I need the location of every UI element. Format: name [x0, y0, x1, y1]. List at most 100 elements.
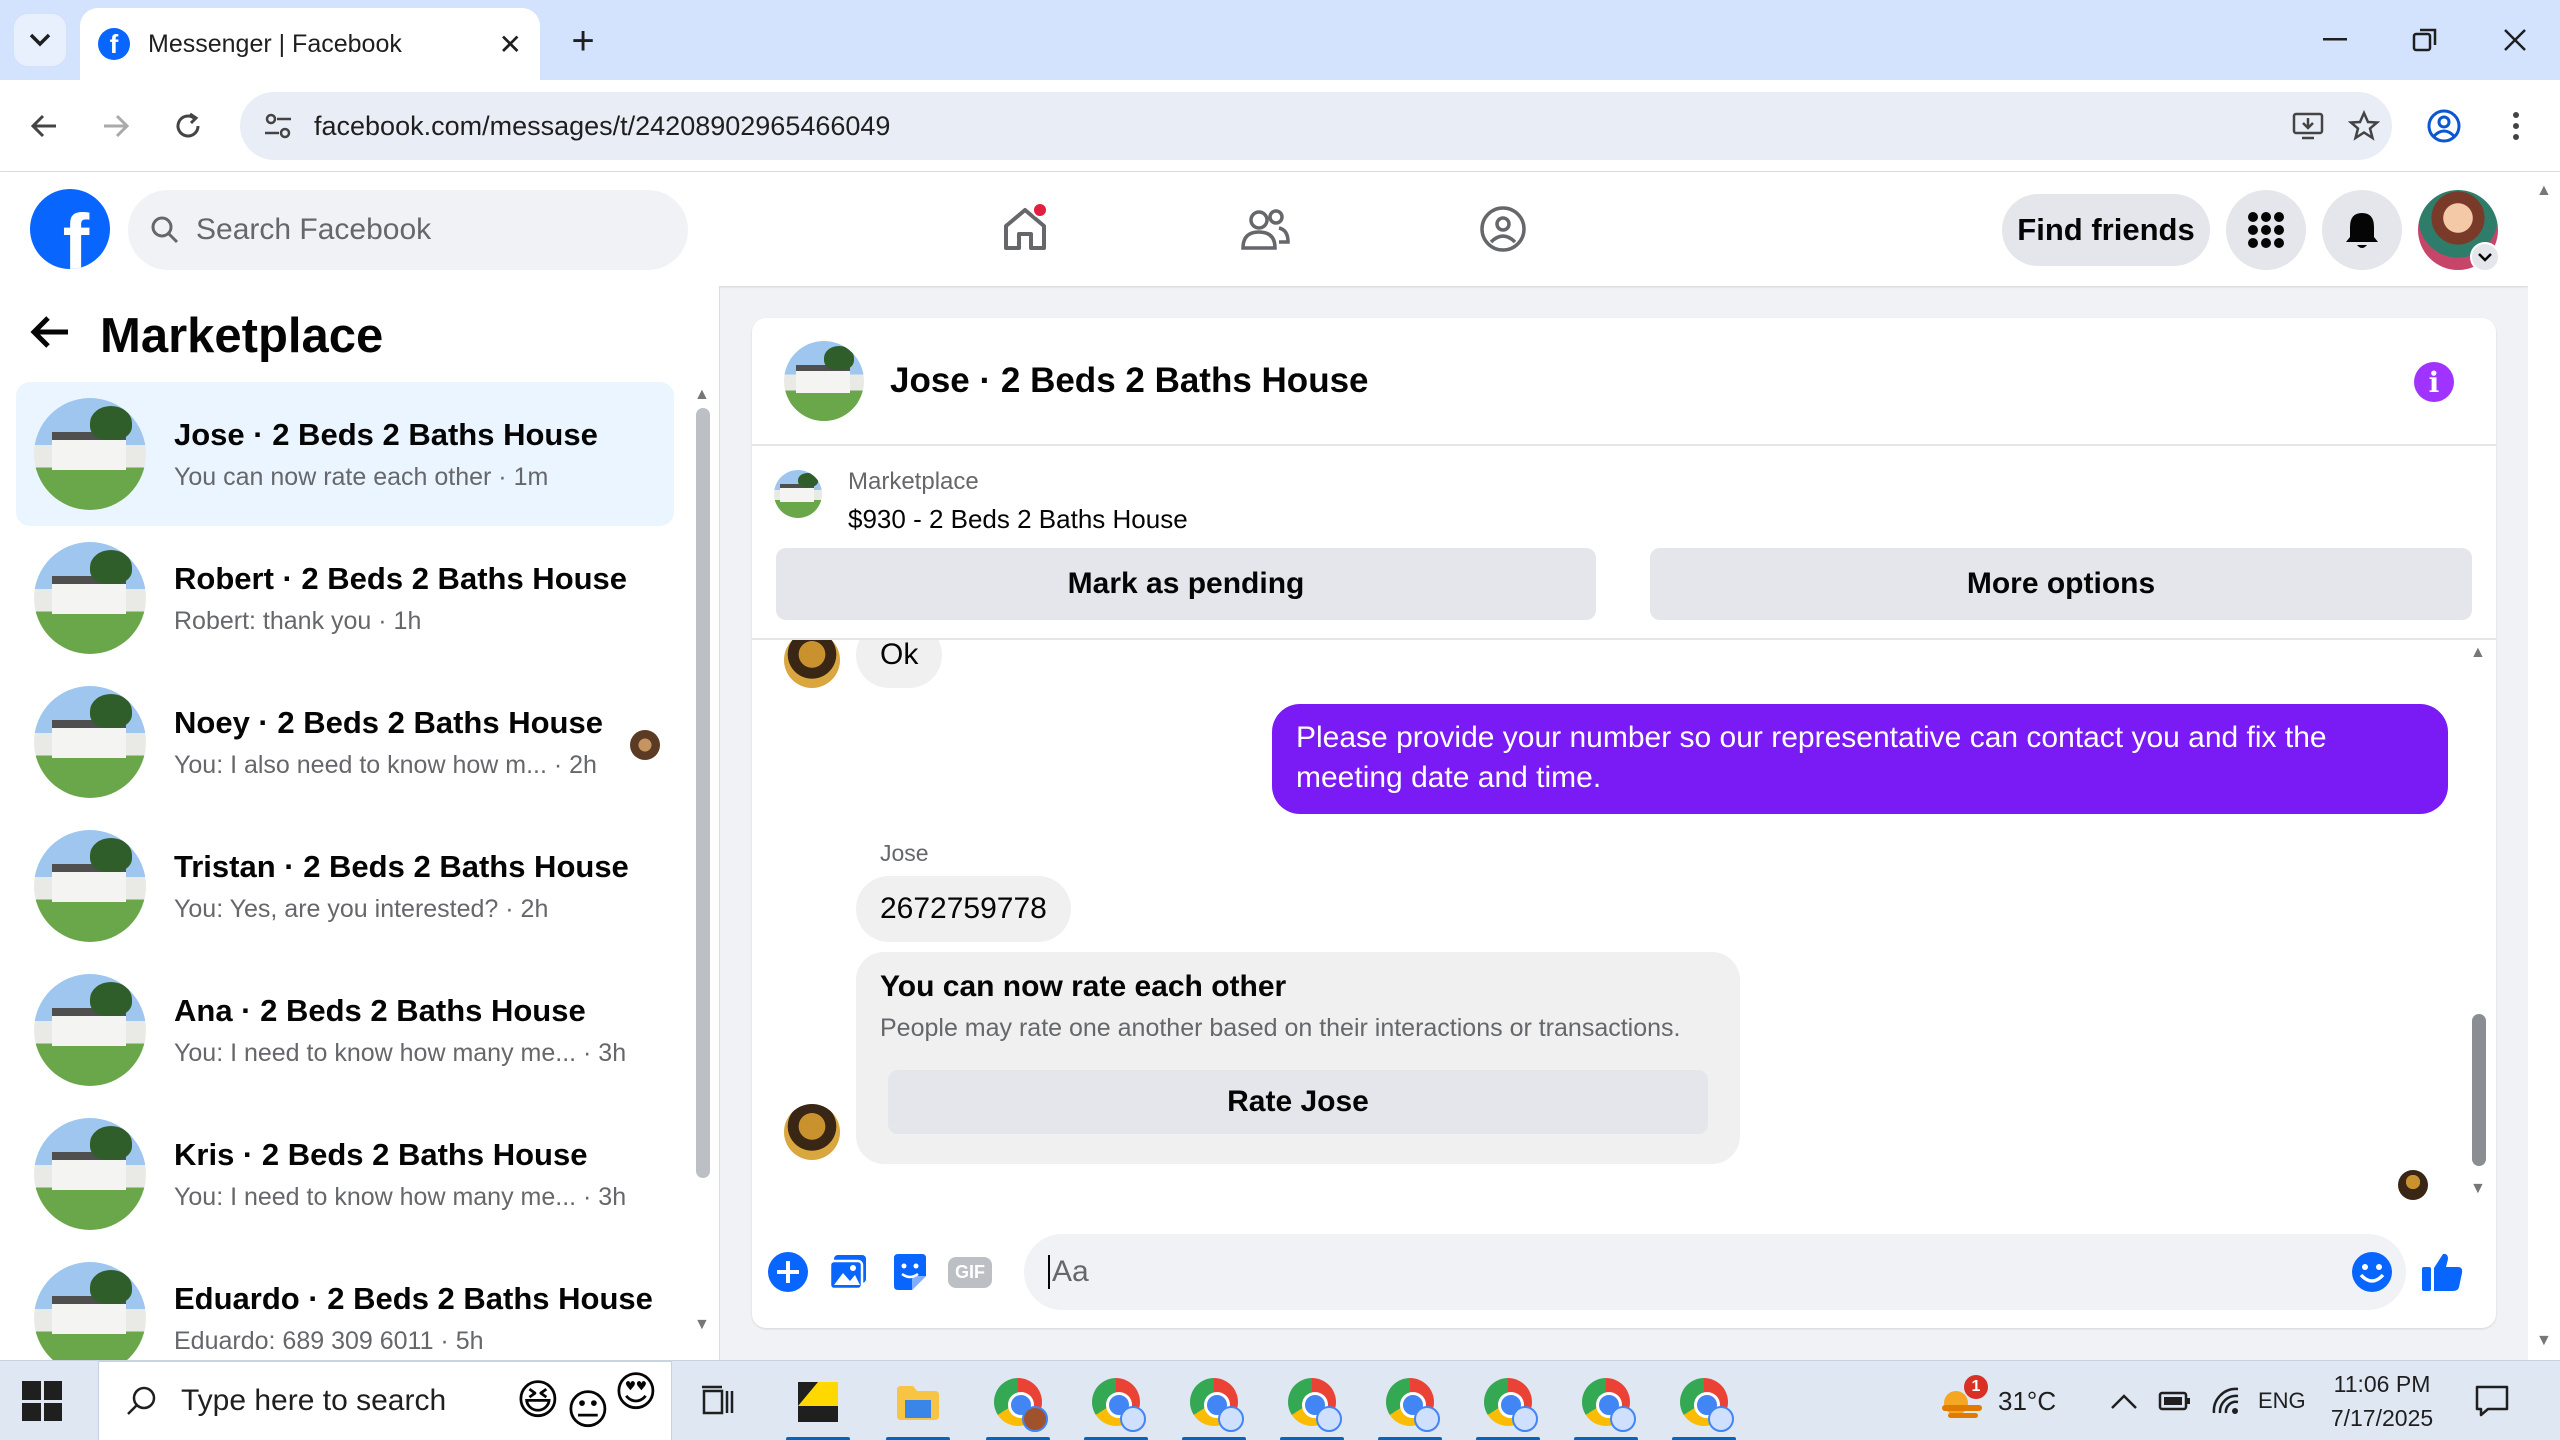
- menu-grid-button[interactable]: [2226, 190, 2306, 270]
- conversation-item-eduardo[interactable]: Eduardo · 2 Beds 2 Baths House Eduardo: 6…: [16, 1246, 674, 1360]
- emoji-neutral-icon: 😐: [566, 1386, 610, 1433]
- conversation-snippet: Robert: thank you · 1h: [174, 606, 422, 635]
- weather-widget[interactable]: 1 31°C: [1938, 1361, 2056, 1440]
- back-button[interactable]: [20, 102, 68, 150]
- chrome-window-6[interactable]: [1472, 1369, 1544, 1440]
- minimize-icon: [2323, 38, 2347, 41]
- minimize-button[interactable]: [2290, 0, 2380, 80]
- action-center-button[interactable]: [2474, 1361, 2510, 1440]
- conversation-snippet: You: I need to know how many me... · 3h: [174, 1182, 627, 1211]
- like-button[interactable]: [2420, 1250, 2464, 1294]
- tab-search-button[interactable]: [14, 14, 66, 66]
- facebook-logo-icon[interactable]: f: [30, 189, 110, 269]
- page-scrollbar[interactable]: ▲ ▼: [2528, 172, 2560, 1360]
- url-text[interactable]: facebook.com/messages/t/2420890296546604…: [314, 111, 2280, 142]
- scroll-up-arrow-icon[interactable]: ▲: [2470, 644, 2486, 662]
- more-actions-button[interactable]: [766, 1250, 810, 1294]
- scroll-up-arrow-icon[interactable]: ▲: [694, 386, 710, 404]
- scroll-up-arrow-icon[interactable]: ▲: [2536, 182, 2552, 200]
- home-nav-button[interactable]: [980, 192, 1070, 266]
- input-language[interactable]: ENG: [2258, 1361, 2306, 1440]
- tab-close-icon[interactable]: ✕: [499, 28, 522, 61]
- listing-thumbnail: [34, 1262, 146, 1360]
- search-placeholder: Search Facebook: [196, 213, 432, 246]
- site-info-icon[interactable]: [258, 113, 298, 139]
- file-explorer-app[interactable]: [882, 1369, 954, 1440]
- sticker-icon: [894, 1254, 926, 1290]
- chat-panel: Jose · 2 Beds 2 Baths House i Marketplac…: [752, 318, 2496, 1328]
- notifications-button[interactable]: [2322, 190, 2402, 270]
- emoji-button[interactable]: [2350, 1250, 2394, 1294]
- new-tab-button[interactable]: +: [560, 18, 606, 64]
- chat-title[interactable]: Jose · 2 Beds 2 Baths House: [890, 361, 1369, 401]
- chrome-window-8[interactable]: [1668, 1369, 1740, 1440]
- find-friends-button[interactable]: Find friends: [2002, 194, 2210, 266]
- battery-icon: [2158, 1391, 2190, 1411]
- plus-circle-icon: [768, 1252, 808, 1292]
- facebook-favicon-icon: f: [98, 28, 130, 60]
- message-input[interactable]: Aa: [1024, 1234, 2406, 1310]
- account-circle-icon: [2427, 109, 2461, 143]
- facebook-search-input[interactable]: Search Facebook: [128, 190, 688, 270]
- sticky-notes-app[interactable]: [782, 1369, 854, 1440]
- listing-price-title[interactable]: $930 - 2 Beds 2 Baths House: [848, 504, 1188, 535]
- message-scrollbar[interactable]: ▲ ▼: [2470, 640, 2486, 1212]
- conversation-item-tristan[interactable]: Tristan · 2 Beds 2 Baths House You: Yes, …: [16, 814, 674, 958]
- back-arrow-icon[interactable]: [30, 311, 70, 361]
- system-clock[interactable]: 11:06 PM 7/17/2025: [2318, 1367, 2446, 1435]
- weather-icon: 1: [1938, 1375, 1988, 1421]
- sidebar-scrollbar[interactable]: ▲ ▼: [694, 386, 710, 1346]
- sidebar-header: Marketplace: [30, 308, 383, 364]
- show-hidden-icons-button[interactable]: [2110, 1361, 2138, 1440]
- restore-button[interactable]: [2380, 0, 2470, 80]
- conversation-item-noey[interactable]: Noey · 2 Beds 2 Baths House You: I also n…: [16, 670, 674, 814]
- info-icon[interactable]: i: [2414, 362, 2454, 402]
- more-options-button[interactable]: More options: [1650, 548, 2472, 620]
- windows-start-icon[interactable]: [22, 1381, 62, 1421]
- chat-listing-thumbnail[interactable]: [784, 341, 864, 421]
- close-window-button[interactable]: [2470, 0, 2560, 80]
- rate-jose-button[interactable]: Rate Jose: [888, 1070, 1708, 1134]
- scroll-down-arrow-icon[interactable]: ▼: [2470, 1180, 2486, 1198]
- chrome-window-4[interactable]: [1276, 1369, 1348, 1440]
- task-view-button[interactable]: [682, 1369, 754, 1435]
- scrollbar-thumb[interactable]: [696, 408, 710, 1178]
- scrollbar-thumb[interactable]: [2472, 1014, 2486, 1166]
- groups-nav-button[interactable]: [1458, 192, 1548, 266]
- conversation-item-kris[interactable]: Kris · 2 Beds 2 Baths House You: I need t…: [16, 1102, 674, 1246]
- arrow-right-icon: [104, 114, 130, 138]
- conversation-item-robert[interactable]: Robert · 2 Beds 2 Baths House Robert: tha…: [16, 526, 674, 670]
- chrome-icon: [1288, 1378, 1342, 1432]
- listing-thumbnail: [34, 1118, 146, 1230]
- scroll-down-arrow-icon[interactable]: ▼: [694, 1316, 710, 1334]
- scroll-down-arrow-icon[interactable]: ▼: [2536, 1332, 2552, 1350]
- conversation-item-jose[interactable]: Jose · 2 Beds 2 Baths House You can now r…: [16, 382, 674, 526]
- friends-nav-button[interactable]: [1220, 192, 1310, 266]
- chrome-window-2[interactable]: [1080, 1369, 1152, 1440]
- profile-button[interactable]: [2420, 102, 2468, 150]
- conversation-item-ana[interactable]: Ana · 2 Beds 2 Baths House You: I need to…: [16, 958, 674, 1102]
- install-app-icon[interactable]: [2280, 111, 2336, 141]
- battery-status[interactable]: [2158, 1361, 2192, 1440]
- network-status[interactable]: [2210, 1361, 2242, 1440]
- chrome-window-5[interactable]: [1374, 1369, 1446, 1440]
- browser-menu-button[interactable]: [2492, 102, 2540, 150]
- gif-button[interactable]: GIF: [948, 1250, 992, 1294]
- address-bar[interactable]: facebook.com/messages/t/2420890296546604…: [240, 92, 2392, 160]
- browser-tab-messenger[interactable]: f Messenger | Facebook ✕: [80, 8, 540, 80]
- chrome-icon: [1092, 1378, 1146, 1432]
- groups-icon: [1480, 206, 1526, 252]
- chrome-icon: [1386, 1378, 1440, 1432]
- listing-small-thumbnail[interactable]: [774, 470, 822, 518]
- chrome-window-7[interactable]: [1570, 1369, 1642, 1440]
- mark-as-pending-button[interactable]: Mark as pending: [776, 548, 1596, 620]
- attach-photo-button[interactable]: [826, 1250, 870, 1294]
- reload-button[interactable]: [164, 102, 212, 150]
- chrome-window-1[interactable]: [982, 1369, 1054, 1440]
- chrome-window-3[interactable]: [1178, 1369, 1250, 1440]
- forward-button[interactable]: [92, 102, 140, 150]
- bookmark-star-icon[interactable]: [2336, 110, 2392, 142]
- image-icon: [828, 1255, 866, 1291]
- account-chevron-icon[interactable]: [2470, 242, 2500, 272]
- sticker-button[interactable]: [888, 1250, 932, 1294]
